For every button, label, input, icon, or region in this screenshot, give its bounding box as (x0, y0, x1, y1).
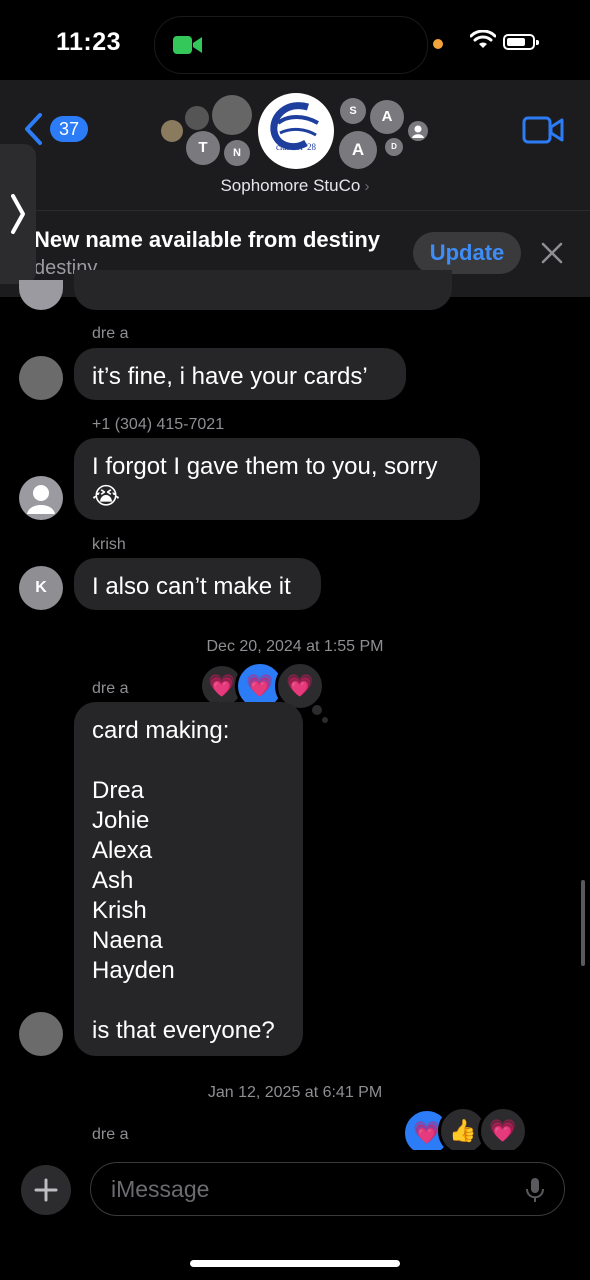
message-line: Naena (92, 927, 163, 954)
back-chevron-icon[interactable] (22, 112, 46, 146)
group-photo-caption: class of '28 (275, 142, 317, 152)
dynamic-island (154, 16, 428, 74)
member-avatar-photo[interactable] (161, 120, 183, 142)
member-avatar-d[interactable]: D (385, 138, 403, 156)
reaction-tail (322, 717, 328, 723)
scrollbar[interactable] (581, 880, 585, 966)
member-avatar-photo[interactable] (185, 106, 209, 130)
message-line: Hayden (92, 957, 175, 984)
sender-name: +1 (304) 415-7021 (92, 416, 225, 433)
microphone-icon[interactable] (525, 1176, 545, 1204)
message-line: Alexa (92, 837, 153, 864)
add-attachment-button[interactable] (21, 1165, 71, 1215)
message-bubble-partial[interactable] (74, 270, 452, 310)
camera-in-use-indicator (433, 39, 443, 49)
sender-avatar (19, 280, 63, 310)
message-input[interactable]: iMessage (90, 1162, 565, 1216)
sender-avatar-k[interactable]: K (19, 566, 63, 610)
member-avatar-n[interactable]: N (224, 140, 250, 166)
member-avatar-s[interactable]: S (340, 98, 366, 124)
battery-icon (503, 34, 539, 50)
chevron-right-icon (11, 194, 25, 234)
message-bubble[interactable]: it’s fine, i have your cards’ (74, 348, 406, 400)
video-call-icon[interactable] (522, 116, 564, 144)
sender-name: dre a (92, 325, 129, 342)
update-button[interactable]: Update (413, 232, 521, 274)
reaction-tail (312, 705, 322, 715)
message-line (92, 986, 285, 1016)
timestamp: Dec 20, 2024 at 1:55 PM (206, 638, 384, 655)
message-line: card making: (92, 717, 230, 744)
message-line: Ash (92, 867, 134, 894)
message-bubble[interactable]: I also can’t make it (74, 558, 321, 610)
home-indicator[interactable] (190, 1260, 400, 1267)
side-handle[interactable] (0, 144, 36, 284)
member-avatar-a[interactable]: A (370, 100, 404, 134)
sender-name: dre a (92, 680, 129, 697)
member-avatar-t[interactable]: T (186, 131, 220, 165)
person-icon (27, 485, 55, 514)
reaction-heart[interactable]: 💗 (478, 1106, 528, 1156)
message-line: Johie (92, 807, 150, 834)
sender-name: dre a (92, 1126, 129, 1143)
facetime-icon (173, 36, 202, 54)
wifi-icon (470, 30, 496, 48)
group-name[interactable]: Sophomore StuCo › (0, 176, 590, 196)
group-photo[interactable]: class of '28 (258, 93, 334, 169)
message-line (92, 746, 285, 776)
sender-avatar-photo[interactable] (19, 1012, 63, 1056)
timestamp: Jan 12, 2025 at 6:41 PM (207, 1084, 383, 1101)
message-bubble-list[interactable]: card making: Drea Johie Alexa Ash Krish … (74, 702, 303, 1056)
sender-avatar[interactable] (19, 476, 63, 520)
plus-icon (34, 1178, 58, 1202)
message-line: Drea (92, 777, 145, 804)
message-bubble[interactable]: I forgot I gave them to you, sorry 😭 (74, 438, 480, 520)
unread-count-badge[interactable]: 37 (50, 116, 88, 142)
banner-title: New name available from destiny (34, 227, 381, 252)
sender-avatar-photo[interactable] (19, 356, 63, 400)
group-name-label: Sophomore StuCo (220, 176, 361, 195)
message-line: Krish (92, 897, 147, 924)
sender-name: krish (92, 536, 126, 553)
close-icon[interactable] (540, 241, 564, 265)
member-avatar-photo[interactable] (212, 95, 252, 135)
message-line: is that everyone? (92, 1017, 275, 1044)
chevron-right-icon: › (360, 178, 370, 195)
member-avatar-placeholder[interactable] (408, 121, 428, 141)
person-icon (412, 125, 424, 138)
member-avatar-a[interactable]: A (339, 131, 377, 169)
class-logo-icon (270, 102, 319, 150)
status-time: 11:23 (56, 28, 122, 56)
